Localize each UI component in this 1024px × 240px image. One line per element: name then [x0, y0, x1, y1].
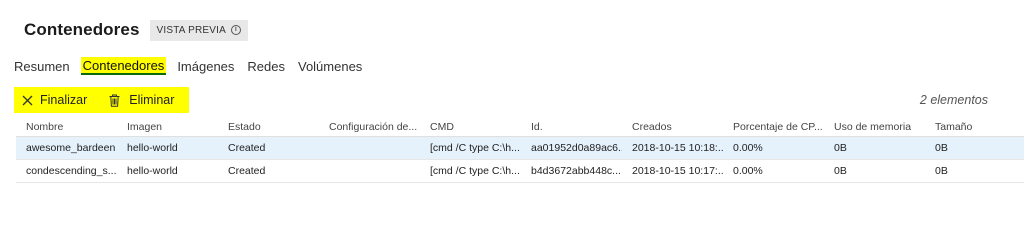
column-header[interactable]: Imagen [117, 121, 218, 133]
cell-cpu: 0.00% [733, 142, 763, 154]
delete-button-label: Eliminar [129, 93, 175, 107]
cell-status: Created [228, 142, 266, 154]
tab-imagenes[interactable]: Imágenes [177, 58, 234, 75]
column-header[interactable]: Configuración de... [319, 121, 420, 133]
column-header[interactable]: Id. [521, 121, 622, 133]
cell-image: hello-world [127, 165, 178, 177]
column-header[interactable]: Estado [218, 121, 319, 133]
column-header[interactable]: Creados [622, 121, 723, 133]
column-header[interactable]: Tamaño [925, 121, 1024, 133]
cell-cmd: [cmd /C type C:\h... [430, 165, 520, 177]
page-header: Contenedores VISTA PREVIA i [24, 18, 248, 42]
column-header[interactable]: Porcentaje de CP... [723, 121, 824, 133]
cell-memory: 0B [834, 142, 847, 154]
column-header[interactable]: Nombre [16, 121, 117, 133]
tab-resumen[interactable]: Resumen [14, 58, 70, 75]
table-row[interactable]: awesome_bardeen hello-world Created [cmd… [16, 137, 1024, 160]
cell-created: 2018-10-15 10:17:... [632, 165, 723, 177]
cell-id: aa01952d0a89ac6... [531, 142, 622, 154]
tab-redes[interactable]: Redes [247, 58, 285, 75]
stop-button-label: Finalizar [40, 93, 88, 107]
tab-contenedores[interactable]: Contenedores [80, 57, 167, 75]
cell-cmd: [cmd /C type C:\h... [430, 142, 520, 154]
cell-memory: 0B [834, 165, 847, 177]
delete-button[interactable]: Eliminar [109, 93, 174, 107]
table-header: Nombre Imagen Estado Configuración de...… [16, 117, 1024, 137]
page-title: Contenedores [24, 20, 140, 39]
cell-cpu: 0.00% [733, 165, 763, 177]
cell-size: 0B [935, 165, 948, 177]
tab-bar: Resumen Contenedores Imágenes Redes Volú… [14, 55, 375, 77]
table-row[interactable]: condescending_s... hello-world Created [… [16, 160, 1024, 183]
preview-badge-label: VISTA PREVIA [156, 24, 226, 36]
cell-name: awesome_bardeen [26, 142, 116, 154]
command-toolbar: Finalizar Eliminar [14, 87, 189, 113]
stop-button[interactable]: Finalizar [22, 93, 87, 107]
cell-size: 0B [935, 142, 948, 154]
column-header[interactable]: CMD [420, 121, 521, 133]
containers-table: Nombre Imagen Estado Configuración de...… [16, 117, 1024, 183]
close-icon [22, 95, 33, 105]
preview-badge: VISTA PREVIA i [149, 19, 248, 41]
cell-created: 2018-10-15 10:18:... [632, 142, 723, 154]
cell-name: condescending_s... [26, 165, 117, 177]
cell-status: Created [228, 165, 266, 177]
column-header[interactable]: Uso de memoria [824, 121, 925, 133]
cell-id: b4d3672abb448c... [531, 165, 621, 177]
info-icon[interactable]: i [230, 25, 241, 35]
trash-icon [109, 94, 120, 107]
tab-volumenes[interactable]: Volúmenes [298, 58, 362, 75]
item-count: 2 elementos [919, 93, 988, 107]
cell-image: hello-world [127, 142, 178, 154]
